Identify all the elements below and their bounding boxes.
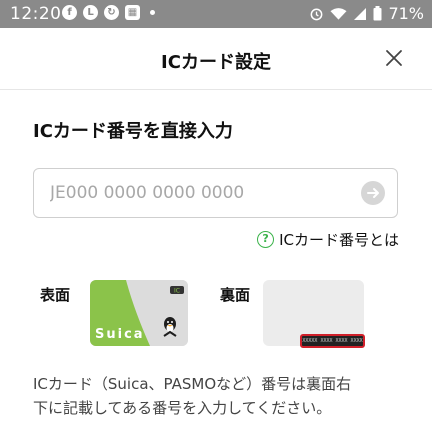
- section-title: ICカード番号を直接入力: [33, 121, 233, 142]
- page-title: ICカード設定: [161, 52, 271, 73]
- description-text: ICカード（Suica、PASMOなど）番号は裏面右 下に記載してある番号を入力…: [33, 372, 403, 420]
- arrow-right-icon: [367, 188, 379, 198]
- battery-icon: [373, 6, 382, 21]
- suica-card-front-image: IC Suica: [90, 280, 188, 346]
- description-line-1: ICカード（Suica、PASMOなど）番号は裏面右: [33, 375, 352, 393]
- card-number-input[interactable]: [50, 169, 340, 217]
- close-button[interactable]: [382, 46, 406, 70]
- notification-icons: f L ↻ ▦: [62, 5, 155, 20]
- back-label: 裏面: [220, 286, 251, 304]
- alarm-icon: [311, 8, 323, 21]
- card-number-input-box: [33, 168, 398, 218]
- front-label: 表面: [40, 286, 71, 304]
- status-time: 12:20: [10, 4, 62, 24]
- page-header: ICカード設定: [0, 28, 432, 90]
- status-bar: 12:20 f L ↻ ▦ 71%: [0, 0, 432, 28]
- facebook-icon: f: [62, 5, 77, 20]
- submit-button[interactable]: [361, 181, 385, 205]
- sync-icon: ↻: [104, 5, 119, 20]
- svg-text:IC: IC: [174, 288, 180, 295]
- help-link-label: ICカード番号とは: [279, 231, 399, 249]
- card-number-highlight: XXXXX XXXX XXXX XXXX: [300, 334, 365, 348]
- suica-card-illustration: IC Suica: [90, 280, 188, 346]
- suica-brand-text: Suica: [95, 327, 145, 342]
- description-line-2: 下に記載してある番号を入力してください。: [33, 399, 332, 417]
- more-notifications-dot: [150, 10, 155, 15]
- wifi-icon: [330, 7, 347, 20]
- qr-icon: ▦: [125, 5, 140, 20]
- status-indicators: 71%: [309, 4, 424, 23]
- battery-percent: 71%: [388, 4, 424, 23]
- line-icon: L: [83, 5, 98, 20]
- signal-icon: [354, 7, 367, 20]
- question-icon: ?: [257, 231, 275, 248]
- help-link[interactable]: ? ICカード番号とは: [257, 229, 399, 250]
- close-icon: [386, 50, 402, 66]
